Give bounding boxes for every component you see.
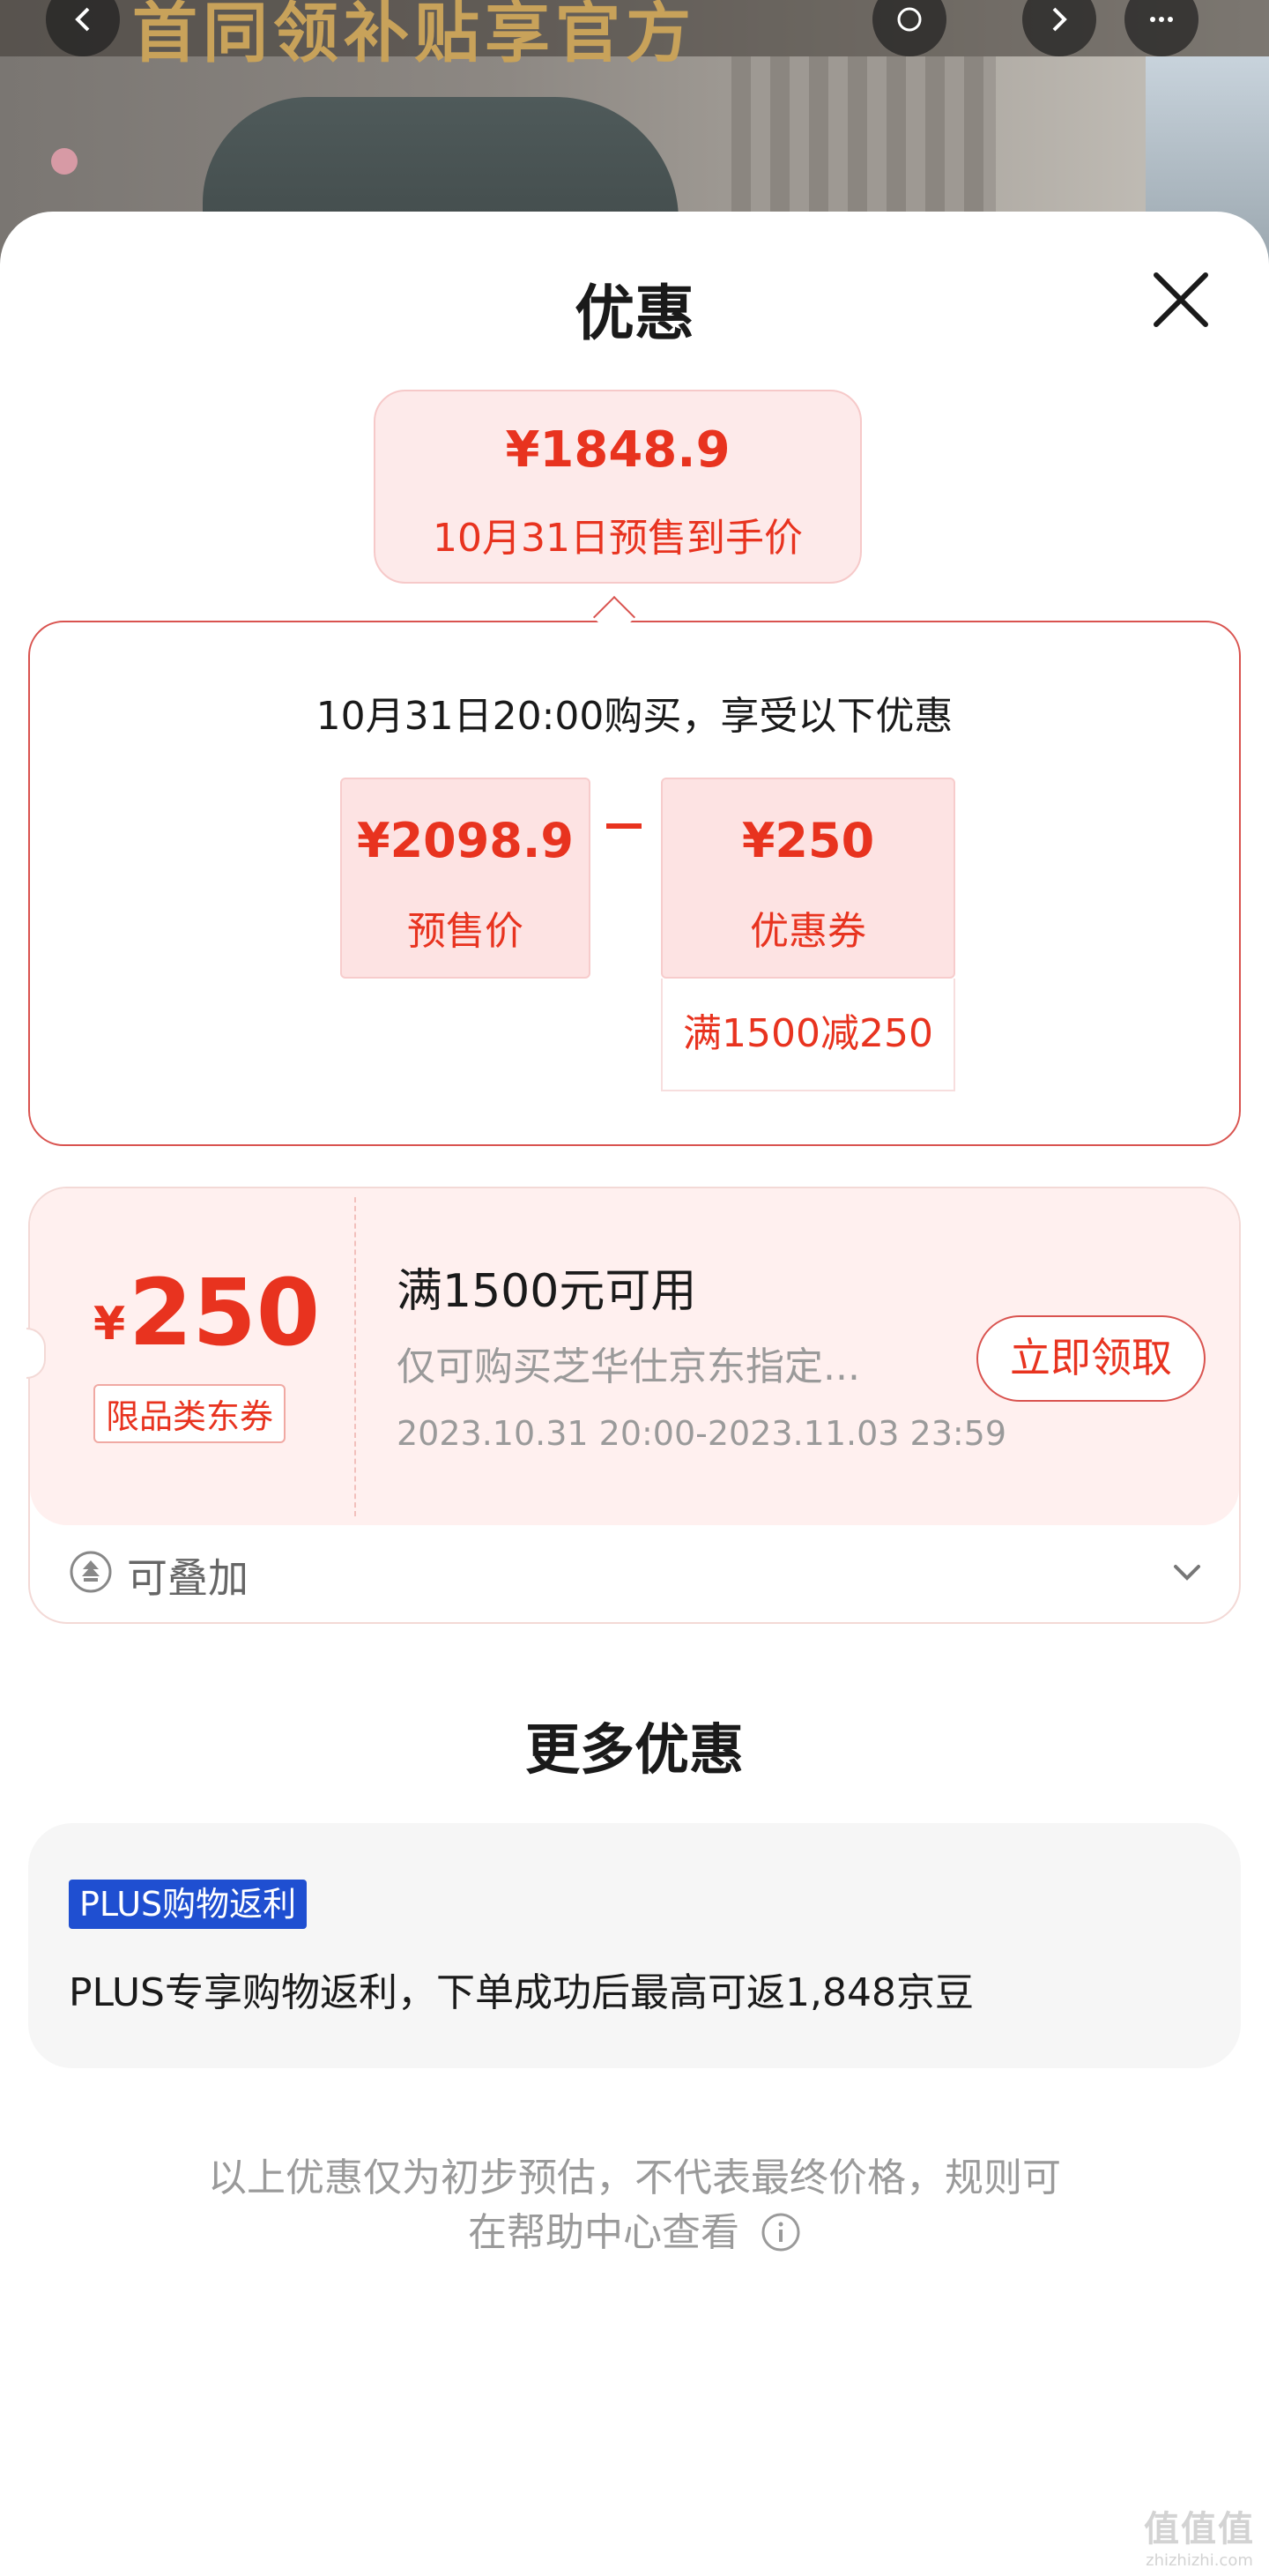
close-button[interactable] bbox=[1147, 266, 1214, 333]
plus-rebate-description: PLUS专享购物返利，下单成功后最高可返1,848京豆 bbox=[69, 1970, 974, 2015]
presale-price-item: ¥2098.9 预售价 bbox=[340, 778, 590, 979]
watermark-logo: 值值值 bbox=[1144, 2509, 1255, 2550]
close-icon bbox=[1154, 272, 1208, 327]
sheet-title: 优惠 bbox=[574, 279, 694, 349]
coupon-scope: 仅可购买芝华仕京东指定... bbox=[397, 1344, 860, 1389]
price-calculation-box: 10月31日20:00购买，享受以下优惠 ¥2098.9 预售价 ¥250 优惠… bbox=[28, 621, 1241, 1146]
more-icon bbox=[1150, 17, 1173, 22]
final-price-bubble: ¥1848.9 10月31日预售到手价 bbox=[374, 390, 862, 584]
stackable-row[interactable]: 可叠加 bbox=[69, 1541, 1206, 1608]
flower-image bbox=[51, 148, 78, 175]
final-price-label: 10月31日预售到手价 bbox=[433, 516, 803, 561]
presale-price-value: ¥2098.9 bbox=[357, 813, 574, 868]
claim-coupon-button[interactable]: 立即领取 bbox=[976, 1315, 1206, 1402]
minus-operator bbox=[606, 823, 642, 829]
coupon-divider bbox=[354, 1197, 356, 1516]
coupon-currency: ¥ bbox=[93, 1298, 126, 1351]
watermark: 值值值 zhizhizhi.com bbox=[1133, 2500, 1265, 2570]
chevron-right-icon bbox=[1052, 7, 1067, 32]
more-offers-title: 更多优惠 bbox=[524, 1717, 744, 1782]
promo-banner-text: 首同领补贴享官方 bbox=[132, 0, 696, 71]
coupon-amount: 250 bbox=[129, 1259, 321, 1366]
coupon-ticket: ¥ 250 限品类东券 满1500元可用 仅可购买芝华仕京东指定... 2023… bbox=[30, 1188, 1239, 1525]
stack-icon bbox=[70, 1551, 112, 1593]
coupon-type-badge: 限品类东券 bbox=[93, 1384, 286, 1443]
disclaimer-line-2-row[interactable]: 在帮助中心查看 bbox=[159, 2206, 1110, 2260]
coupon-discount-item: ¥250 优惠券 bbox=[661, 778, 955, 979]
coupon-discount-label: 优惠券 bbox=[750, 909, 866, 954]
info-icon[interactable] bbox=[761, 2212, 801, 2252]
disclaimer: 以上优惠仅为初步预估，不代表最终价格，规则可 在帮助中心查看 bbox=[159, 2151, 1110, 2260]
watermark-url: zhizhizhi.com bbox=[1146, 2551, 1253, 2570]
plus-rebate-card: PLUS购物返利 PLUS专享购物返利，下单成功后最高可返1,848京豆 bbox=[28, 1823, 1241, 2068]
final-price: ¥1848.9 bbox=[505, 421, 731, 479]
presale-price-label: 预售价 bbox=[407, 909, 523, 954]
chevron-down-icon[interactable] bbox=[1169, 1553, 1206, 1590]
coupon-validity: 2023.10.31 20:00-2023.11.03 23:59 bbox=[397, 1414, 1007, 1453]
coupon-card: ¥ 250 限品类东券 满1500元可用 仅可购买芝华仕京东指定... 2023… bbox=[26, 1187, 1241, 1624]
coupon-sheet-screen: 首同领补贴享官方 优惠 ¥1848.9 10月31日预售到手价 10月31日20… bbox=[0, 0, 1269, 2576]
calculation-heading: 10月31日20:00购买，享受以下优惠 bbox=[315, 694, 954, 739]
plus-rebate-badge: PLUS购物返利 bbox=[69, 1880, 308, 1929]
share-icon bbox=[897, 7, 922, 32]
stackable-label: 可叠加 bbox=[127, 1554, 249, 1602]
chevron-left-icon bbox=[75, 7, 90, 32]
disclaimer-line-2: 在帮助中心查看 bbox=[468, 2210, 739, 2255]
coupon-discount-value: ¥250 bbox=[741, 813, 875, 868]
disclaimer-line-1: 以上优惠仅为初步预估，不代表最终价格，规则可 bbox=[208, 2155, 1061, 2200]
coupon-discount-detail: 满1500减250 bbox=[661, 979, 955, 1091]
coupon-condition: 满1500元可用 bbox=[397, 1265, 697, 1318]
